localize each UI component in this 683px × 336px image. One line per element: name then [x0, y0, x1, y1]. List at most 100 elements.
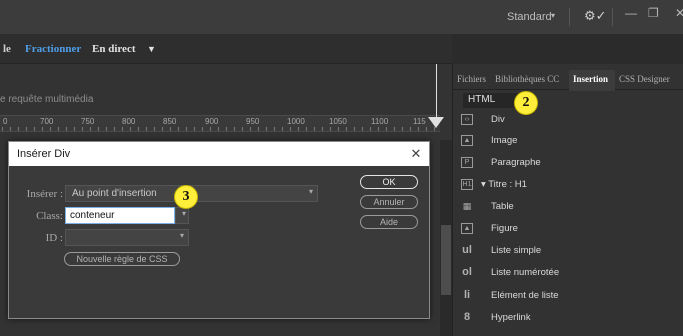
ruler-minor-tick [266, 127, 267, 131]
hyperlink-icon: 8 [463, 311, 471, 323]
category-select[interactable]: HTML [463, 93, 519, 108]
ruler-minor-tick [170, 127, 171, 131]
insert-item-hyperlink[interactable]: 8 Hyperlink [453, 309, 683, 329]
insert-item-table[interactable]: ▦ Table [453, 198, 683, 218]
ruler-tick: 0 [3, 117, 8, 126]
insert-item-label: Elément de liste [491, 290, 559, 301]
paragraph-icon: P [461, 157, 473, 168]
ruler-minor-tick [322, 127, 323, 131]
insert-position-value: Au point d'insertion [72, 188, 157, 199]
ruler-minor-tick [202, 127, 203, 131]
insert-item-figure[interactable]: ▲ Figure [453, 220, 683, 240]
media-query-bar[interactable]: e requête multimédia [0, 91, 440, 113]
tab-css-designer[interactable]: CSS Designer [619, 74, 670, 84]
ruler-minor-tick [58, 127, 59, 131]
ruler-minor-tick [242, 127, 243, 131]
ordered-list-icon: ol [462, 266, 472, 278]
list-item-icon: li [463, 289, 471, 301]
ruler-minor-tick [274, 127, 275, 131]
ruler-minor-tick [258, 127, 259, 131]
ok-button[interactable]: OK [360, 175, 418, 189]
ruler-minor-tick [314, 127, 315, 131]
help-button[interactable]: Aide [360, 215, 418, 229]
ruler-minor-tick [154, 127, 155, 131]
restore-button[interactable]: ❐ [648, 6, 659, 20]
ruler-minor-tick [194, 127, 195, 131]
table-icon: ▦ [462, 201, 472, 211]
div-icon: ‹› [461, 114, 473, 125]
new-css-rule-button[interactable]: Nouvelle règle de CSS [64, 252, 180, 266]
ruler-minor-tick [2, 127, 3, 131]
insert-item-list-item[interactable]: li Elément de liste [453, 287, 683, 307]
tab-files[interactable]: Fichiers [457, 74, 486, 84]
insert-item-label: Figure [491, 223, 518, 234]
insert-item-label: Table [491, 201, 514, 212]
chevron-down-icon: ▾ [179, 231, 184, 240]
split-view-button[interactable]: Fractionner [25, 43, 81, 55]
ruler-minor-tick [98, 127, 99, 131]
insert-item-label: Image [491, 135, 518, 146]
heading-icon: H1 [461, 179, 473, 190]
ruler-minor-tick [386, 127, 387, 131]
code-view-label[interactable]: le [3, 43, 11, 55]
insert-item-label: Div [491, 114, 505, 125]
tab-cc-libraries[interactable]: Bibliothèques CC [495, 74, 559, 84]
ruler-minor-tick [186, 127, 187, 131]
ruler-minor-tick [402, 127, 403, 131]
close-icon[interactable]: ✕ [408, 146, 424, 162]
ruler-minor-tick [114, 127, 115, 131]
chevron-down-icon[interactable]: ▾ [551, 11, 555, 20]
ruler-tick: 800 [122, 117, 136, 126]
ruler-minor-tick [50, 127, 51, 131]
ruler-minor-tick [394, 127, 395, 131]
ruler-minor-tick [146, 127, 147, 131]
minimize-button[interactable]: — [625, 6, 637, 20]
insert-item-unordered-list[interactable]: ul Liste simple [453, 242, 683, 262]
insert-item-label: Hyperlink [491, 312, 531, 323]
ruler-minor-tick [298, 127, 299, 131]
ruler-tick: 115 [413, 117, 426, 126]
id-label: ID : [45, 232, 63, 244]
live-view-dropdown-icon[interactable]: ▼ [147, 44, 156, 54]
id-select[interactable]: ▾ [65, 229, 189, 246]
insert-item-label: Liste simple [491, 245, 542, 256]
ruler-tick: 700 [40, 117, 54, 126]
dialog-title: Insérer Div [9, 142, 429, 166]
gear-icon[interactable]: ⚙✓ [584, 8, 607, 24]
cancel-button[interactable]: Annuler [360, 195, 418, 209]
dialog-body: Insérer : Au point d'insertion ▾ Class: … [9, 166, 429, 318]
width-handle[interactable] [428, 117, 444, 128]
ruler: 0 700 750 800 850 900 950 1000 1050 1100… [0, 115, 440, 132]
image-icon: ▲ [461, 135, 473, 146]
app-title-bar: Standard ▾ ⚙✓ — ❐ ✕ [0, 0, 683, 34]
document-view-bar: le Fractionner En direct ▼ [0, 34, 452, 64]
divider [612, 8, 613, 26]
ruler-tick: 900 [205, 117, 219, 126]
ruler-minor-tick [410, 127, 411, 131]
workspace-switcher[interactable]: Standard [507, 11, 552, 23]
ruler-tick: 950 [246, 117, 260, 126]
ruler-minor-tick [290, 127, 291, 131]
insert-item-ordered-list[interactable]: ol Liste numérotée [453, 264, 683, 284]
insert-item-label: ▾ Titre : H1 [481, 179, 527, 190]
tab-insert[interactable]: Insertion [573, 74, 608, 84]
insert-div-dialog: Insérer Div ✕ Insérer : Au point d'inser… [8, 141, 430, 319]
ruler-minor-tick [90, 127, 91, 131]
divider [569, 8, 570, 26]
insert-item-image[interactable]: ▲ Image [453, 132, 683, 152]
ruler-minor-tick [42, 127, 43, 131]
live-view-button[interactable]: En direct [92, 43, 136, 55]
panel-tabs: Fichiers Bibliothèques CC Insertion CSS … [453, 70, 683, 91]
insert-item-div[interactable]: ‹› Div [453, 111, 683, 131]
ruler-minor-tick [210, 127, 211, 131]
ruler-minor-tick [346, 127, 347, 131]
close-window-button[interactable]: ✕ [675, 6, 683, 20]
insert-item-heading[interactable]: H1 ▾ Titre : H1 [453, 176, 683, 196]
insert-item-paragraph[interactable]: P Paragraphe [453, 154, 683, 174]
class-input[interactable]: conteneur [65, 207, 175, 224]
ruler-minor-tick [282, 127, 283, 131]
step-callout: 3 [174, 185, 198, 209]
ruler-tick: 1050 [329, 117, 347, 126]
class-dropdown[interactable]: ▾ [175, 207, 189, 224]
scrollbar-thumb[interactable] [441, 225, 451, 295]
